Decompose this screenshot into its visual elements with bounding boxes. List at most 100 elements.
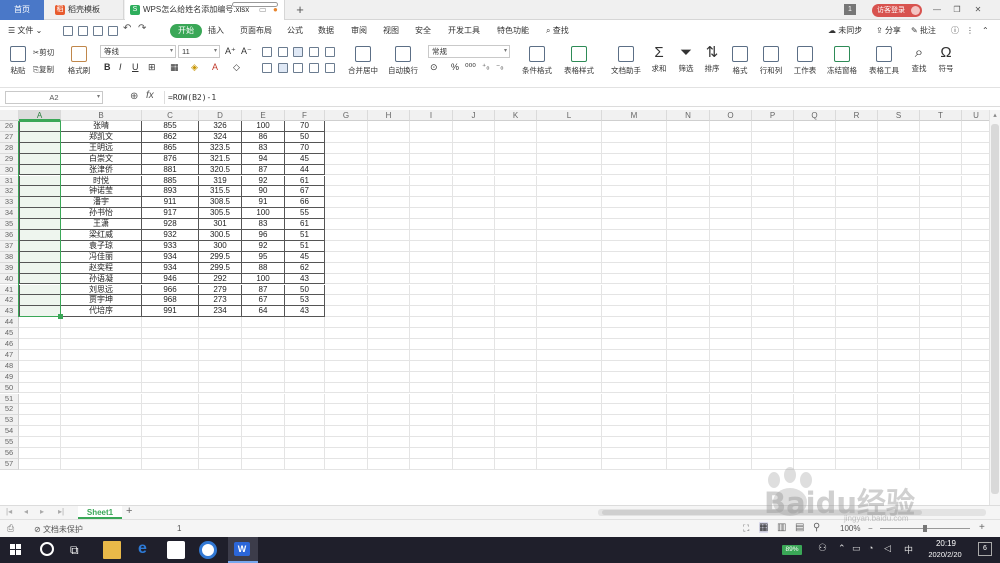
table-cell[interactable] [836, 219, 878, 230]
search-button[interactable]: ⌕ 查找 [546, 21, 569, 41]
column-header-s[interactable]: S [878, 110, 920, 121]
table-cell[interactable] [667, 153, 710, 165]
table-cell[interactable]: 300.5 [199, 230, 242, 241]
table-cell[interactable]: 324 [199, 131, 242, 143]
table-cell[interactable] [878, 415, 920, 427]
table-cell[interactable] [710, 251, 752, 263]
table-cell[interactable]: 51 [285, 230, 325, 241]
table-cell[interactable] [495, 208, 537, 220]
table-cell[interactable]: 孙书怡 [61, 208, 142, 220]
table-cell[interactable] [61, 317, 142, 329]
reading-mode-icon[interactable]: ⚲ [813, 522, 820, 533]
table-cell[interactable] [242, 393, 285, 405]
select-all-corner[interactable] [0, 110, 19, 121]
table-cell[interactable] [710, 230, 752, 241]
table-cell[interactable] [19, 339, 61, 350]
table-cell[interactable] [836, 393, 878, 405]
table-cell[interactable] [667, 448, 710, 459]
table-cell[interactable]: 70 [285, 121, 325, 132]
table-cell[interactable]: 876 [142, 153, 199, 165]
table-cell[interactable] [836, 339, 878, 350]
table-cell[interactable] [199, 393, 242, 405]
table-cell[interactable] [878, 404, 920, 416]
table-cell[interactable] [878, 448, 920, 459]
table-cell[interactable] [878, 328, 920, 339]
table-cell[interactable] [453, 186, 495, 198]
row-header[interactable]: 57 [0, 458, 19, 470]
table-cell[interactable] [61, 371, 142, 383]
table-cell[interactable] [836, 317, 878, 329]
table-cell[interactable] [836, 448, 878, 459]
table-cell[interactable] [242, 448, 285, 459]
table-cell[interactable] [794, 339, 836, 350]
row-header[interactable]: 37 [0, 240, 19, 252]
next-sheet-icon[interactable]: ▸ [40, 507, 44, 516]
table-cell[interactable] [602, 208, 667, 220]
table-cell[interactable] [325, 295, 368, 307]
table-cell[interactable] [537, 208, 602, 220]
table-cell[interactable] [199, 404, 242, 416]
table-cell[interactable] [410, 186, 453, 198]
table-cell[interactable] [285, 382, 325, 394]
table-cell[interactable] [142, 382, 199, 394]
table-cell[interactable] [794, 197, 836, 209]
table-cell[interactable]: 白崇文 [61, 153, 142, 165]
table-cell[interactable] [794, 448, 836, 459]
table-cell[interactable] [325, 131, 368, 143]
table-cell[interactable] [537, 306, 602, 318]
table-cell[interactable] [667, 186, 710, 198]
column-header-n[interactable]: N [667, 110, 710, 121]
table-cell[interactable] [453, 164, 495, 176]
table-cell[interactable] [794, 295, 836, 307]
table-cell[interactable] [410, 197, 453, 209]
filter-button[interactable]: ⏷ 筛选 [675, 44, 697, 74]
table-cell[interactable] [410, 284, 453, 296]
table-cell[interactable] [19, 426, 61, 438]
table-cell[interactable] [453, 175, 495, 187]
table-cell[interactable] [752, 349, 794, 361]
table-cell[interactable] [495, 458, 537, 470]
table-cell[interactable] [537, 458, 602, 470]
table-cell[interactable] [19, 448, 61, 459]
table-cell[interactable] [920, 186, 962, 198]
table-cell[interactable] [325, 426, 368, 438]
table-cell[interactable] [962, 404, 989, 416]
table-cell[interactable]: 95 [242, 251, 285, 263]
row-header[interactable]: 51 [0, 393, 19, 405]
row-header[interactable]: 44 [0, 317, 19, 329]
table-cell[interactable] [920, 458, 962, 470]
table-cell[interactable] [794, 230, 836, 241]
column-header-o[interactable]: O [710, 110, 752, 121]
table-cell[interactable] [495, 273, 537, 285]
table-cell[interactable] [410, 415, 453, 427]
align-bottom-icon[interactable] [293, 47, 303, 57]
table-cell[interactable] [878, 142, 920, 154]
table-cell[interactable] [836, 153, 878, 165]
table-cell[interactable]: 966 [142, 284, 199, 296]
table-cell[interactable]: 946 [142, 273, 199, 285]
fill-color-icon[interactable]: ◈ [191, 62, 198, 73]
table-cell[interactable] [537, 121, 602, 132]
align-center-icon[interactable] [278, 63, 288, 73]
table-cell[interactable] [667, 219, 710, 230]
table-cell[interactable] [794, 317, 836, 329]
table-cell[interactable] [285, 426, 325, 438]
table-cell[interactable] [325, 240, 368, 252]
table-cell[interactable] [453, 153, 495, 165]
cortana-icon[interactable] [40, 542, 54, 556]
table-cell[interactable]: 911 [142, 197, 199, 209]
file-menu[interactable]: ☰ 文件 ⌄ [8, 21, 42, 41]
table-cell[interactable] [710, 284, 752, 296]
table-cell[interactable] [752, 251, 794, 263]
table-cell[interactable] [602, 339, 667, 350]
table-cell[interactable] [794, 262, 836, 274]
table-cell[interactable] [242, 437, 285, 448]
windows-start-icon[interactable] [10, 544, 22, 556]
sum-button[interactable]: Σ 求和 [649, 44, 669, 74]
table-cell[interactable] [410, 262, 453, 274]
table-cell[interactable] [962, 274, 989, 285]
table-cell[interactable] [667, 426, 710, 438]
table-cell[interactable] [602, 317, 667, 329]
table-cell[interactable] [410, 153, 453, 165]
table-cell[interactable] [537, 393, 602, 405]
